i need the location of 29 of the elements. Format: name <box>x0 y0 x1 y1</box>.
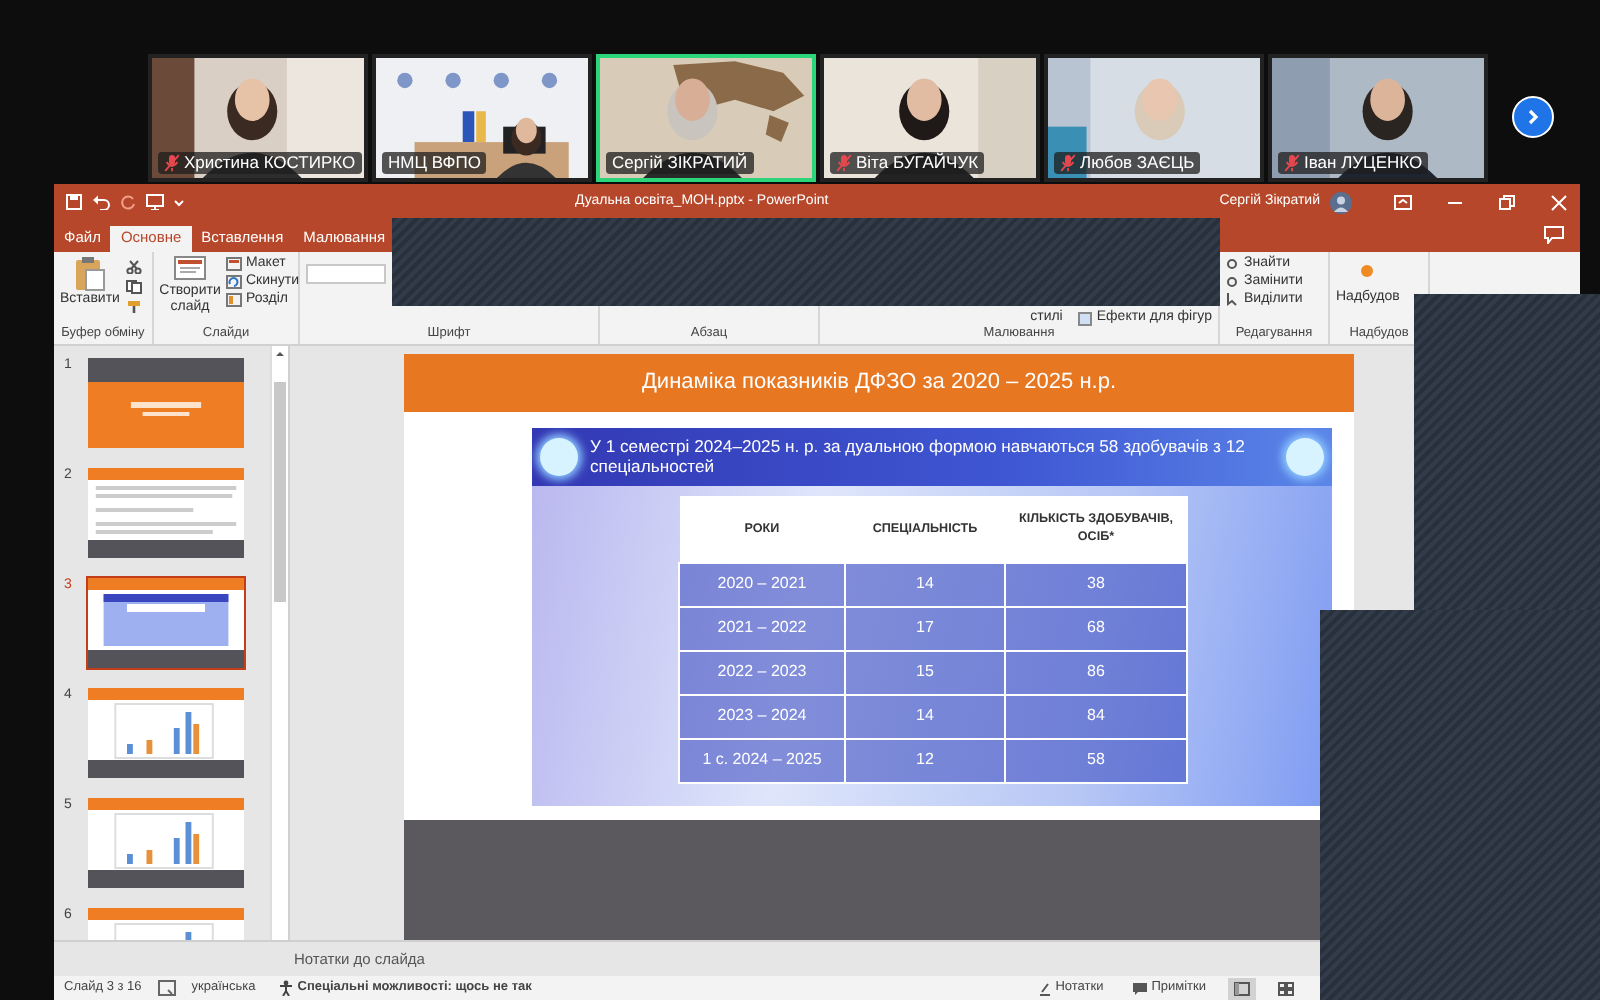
participant-name: Христина КОСТИРКО <box>184 153 356 172</box>
participant-name: Віта БУГАЙЧУК <box>856 153 979 172</box>
table-cell: 86 <box>1005 650 1187 694</box>
table-cell: 12 <box>845 738 1005 782</box>
table-cell: 1 с. 2024 – 2025 <box>679 738 845 782</box>
table-cell: 38 <box>1005 562 1187 606</box>
table-cell: 2020 – 2021 <box>679 562 845 606</box>
video-tile[interactable]: Сергій ЗІКРАТИЙ <box>596 54 816 182</box>
table-cell: 17 <box>845 606 1005 650</box>
table-cell: 14 <box>845 694 1005 738</box>
slide-title: Динаміка показників ДФЗО за 2020 – 2025 н.р. <box>404 354 1354 412</box>
participant-name: Любов ЗАЄЦЬ <box>1080 153 1195 172</box>
participant-name: НМЦ ВФПО <box>388 153 481 172</box>
table-cell: 84 <box>1005 694 1187 738</box>
video-tile[interactable]: Христина КОСТИРКО <box>148 54 368 182</box>
participant-name: Іван ЛУЦЕНКО <box>1304 153 1423 172</box>
table-cell: 68 <box>1005 606 1187 650</box>
video-tile[interactable]: Любов ЗАЄЦЬ <box>1044 54 1264 182</box>
video-tile[interactable]: Віта БУГАЙЧУК <box>820 54 1040 182</box>
video-tile[interactable]: Іван ЛУЦЕНКО <box>1268 54 1488 182</box>
table-cell: 2021 – 2022 <box>679 606 845 650</box>
table-cell: 15 <box>845 650 1005 694</box>
video-tile[interactable]: НМЦ ВФПО <box>372 54 592 182</box>
participant-name: Сергій ЗІКРАТИЙ <box>612 153 748 172</box>
table-cell: 58 <box>1005 738 1187 782</box>
banner-text: У 1 семестрі 2024–2025 н. р. за дуальною формою навчаються 58 здобувачів з 12 спеціальностей <box>590 438 1247 476</box>
table-cell: 2023 – 2024 <box>679 694 845 738</box>
table-cell: 2022 – 2023 <box>679 650 845 694</box>
table-cell: 14 <box>845 562 1005 606</box>
